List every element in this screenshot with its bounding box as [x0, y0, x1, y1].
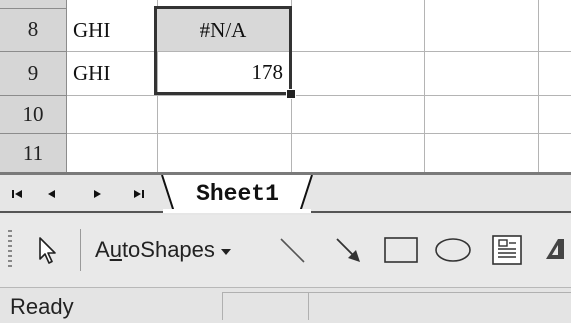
row-header-divider — [0, 133, 67, 134]
toolbar-separator — [80, 229, 81, 271]
first-sheet-button[interactable] — [6, 181, 28, 207]
arrow-icon — [336, 238, 360, 262]
cell-a9[interactable]: GHI — [68, 52, 157, 95]
cell-b9[interactable]: 178 — [157, 52, 288, 92]
last-sheet-button[interactable] — [128, 181, 150, 207]
row-header-8[interactable]: 8 — [0, 8, 67, 51]
cell-b11[interactable] — [158, 134, 291, 172]
status-panel — [222, 292, 308, 320]
first-sheet-icon — [12, 190, 22, 198]
row-header-10[interactable]: 10 — [0, 96, 67, 133]
cell-b8[interactable]: #N/A — [157, 9, 289, 51]
row-header-9[interactable]: 9 — [0, 52, 67, 95]
line-icon — [280, 238, 305, 263]
next-sheet-button[interactable] — [87, 181, 109, 207]
select-objects-icon — [39, 237, 56, 264]
gridline — [291, 0, 292, 172]
sheet-tab-label: Sheet1 — [196, 181, 279, 207]
rectangle-tool-button[interactable] — [380, 232, 422, 268]
wordart-tool-button[interactable] — [540, 232, 571, 268]
select-objects-button[interactable] — [30, 232, 64, 268]
previous-sheet-icon — [48, 190, 55, 198]
cell-a10[interactable] — [68, 96, 157, 133]
cell-a11[interactable] — [68, 134, 157, 172]
wordart-icon — [546, 239, 564, 259]
text-box-icon — [492, 235, 522, 265]
cell-b10[interactable] — [158, 96, 291, 133]
fill-handle[interactable] — [286, 89, 296, 99]
autoshapes-label: AutoShapes — [95, 237, 215, 262]
status-panel — [308, 292, 571, 320]
tab-sheet1[interactable]: Sheet1 — [160, 175, 315, 213]
last-sheet-icon — [134, 190, 144, 198]
row-header-divider — [0, 51, 67, 52]
previous-sheet-button[interactable] — [40, 181, 62, 207]
next-sheet-icon — [94, 190, 101, 198]
chevron-down-icon — [220, 248, 231, 255]
row-header-11[interactable]: 11 — [0, 134, 67, 172]
text-box-tool-button[interactable] — [487, 230, 527, 270]
row-header-divider — [0, 95, 67, 96]
row-header-7-partial[interactable] — [0, 0, 67, 8]
oval-icon — [435, 238, 471, 262]
line-tool-button[interactable] — [272, 232, 312, 268]
arrow-tool-button[interactable] — [328, 232, 368, 268]
gridline — [538, 0, 539, 172]
rectangle-icon — [384, 237, 418, 263]
autoshapes-menu-button[interactable]: AutoShapes — [95, 235, 231, 265]
oval-tool-button[interactable] — [432, 232, 474, 268]
worksheet-grid[interactable]: 8 9 10 11 GHI GHI #N/A 178 — [0, 0, 571, 175]
cell-a8[interactable]: GHI — [68, 9, 157, 51]
gridline — [424, 0, 425, 172]
toolbar-grip[interactable] — [8, 230, 12, 268]
row-header-divider — [0, 8, 67, 9]
status-text: Ready — [10, 294, 74, 319]
